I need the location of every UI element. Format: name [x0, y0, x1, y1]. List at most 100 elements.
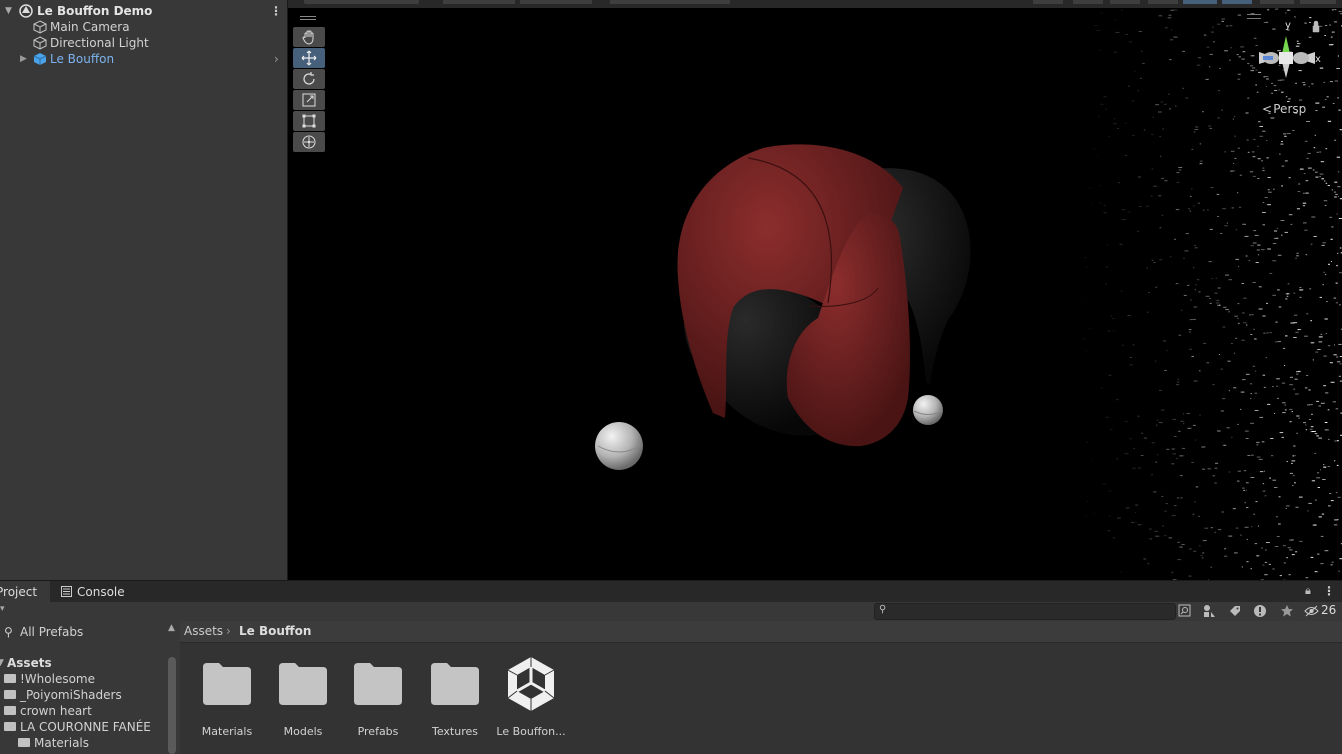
particle: [1264, 574, 1268, 576]
particle: [1191, 356, 1194, 357]
rect-tool-button[interactable]: [293, 111, 325, 131]
particle: [1162, 128, 1164, 130]
toolbar-toggle-active[interactable]: [1183, 0, 1217, 4]
hierarchy-item-directional-light[interactable]: Directional Light: [0, 35, 287, 51]
scene-view[interactable]: y x < Persp: [288, 8, 1342, 580]
particle: [1309, 428, 1313, 430]
hierarchy-item-main-camera[interactable]: Main Camera: [0, 19, 287, 35]
particle: [1284, 135, 1287, 137]
toolbar-button[interactable]: [1300, 0, 1336, 4]
scrollbar-thumb[interactable]: [168, 657, 176, 754]
toolbar-button[interactable]: [1110, 0, 1140, 4]
particle: [1266, 332, 1269, 334]
transform-tool-button[interactable]: [293, 132, 325, 152]
particle: [1291, 539, 1294, 541]
more-options-icon[interactable]: ⋮: [1323, 584, 1335, 598]
rotate-tool-button[interactable]: [293, 69, 325, 89]
particle: [1267, 403, 1271, 405]
particle: [1202, 111, 1204, 113]
tree-item-folder[interactable]: _PoiyomiShaders: [0, 687, 166, 703]
search-input[interactable]: ⚲: [874, 603, 1176, 620]
particle: [1151, 168, 1154, 170]
particle: [1237, 303, 1240, 305]
scroll-up-icon[interactable]: ▲: [168, 623, 175, 633]
move-tool-button[interactable]: [293, 48, 325, 68]
filter-by-type-icon[interactable]: [1202, 604, 1216, 618]
create-dropdown-icon[interactable]: ▾: [0, 604, 5, 614]
particle: [1258, 254, 1260, 256]
tree-item-assets[interactable]: ▼ Assets: [0, 655, 166, 671]
warning-filter-icon[interactable]: [1253, 604, 1267, 618]
filter-by-label-icon[interactable]: [1228, 604, 1242, 618]
scale-tool-button[interactable]: [293, 90, 325, 110]
particle: [1328, 438, 1330, 440]
particle: [1237, 317, 1239, 319]
expand-arrow-icon[interactable]: ▶: [20, 51, 27, 67]
search-icon: ⚲: [4, 625, 13, 639]
toolbar-button[interactable]: [443, 0, 515, 4]
expand-arrow-icon[interactable]: ▼: [0, 655, 4, 671]
hidden-packages-toggle[interactable]: 26: [1304, 603, 1342, 619]
particle: [1272, 568, 1275, 570]
toolbar-button[interactable]: [1148, 0, 1178, 4]
particle: [1175, 458, 1179, 460]
hierarchy-item-le-bouffon[interactable]: ▶ Le Bouffon ›: [0, 51, 287, 67]
search-by-type-icon[interactable]: [1178, 604, 1191, 617]
breadcrumb-current[interactable]: Le Bouffon: [239, 624, 311, 638]
particle: [1112, 330, 1115, 332]
toolbar-button[interactable]: [610, 0, 730, 4]
more-options-icon[interactable]: ⋮: [270, 3, 282, 19]
particle: [1143, 129, 1146, 131]
particle: [1189, 348, 1192, 350]
toolbar-toggle-active[interactable]: [1222, 0, 1252, 4]
particle: [1223, 306, 1227, 308]
toolbar-button[interactable]: [520, 0, 592, 4]
favorite-star-icon[interactable]: [1280, 604, 1294, 618]
particle: [1230, 47, 1232, 49]
particle: [1321, 513, 1325, 515]
particle: [1097, 49, 1102, 51]
particle: [1177, 541, 1180, 543]
chevron-right-icon[interactable]: ›: [274, 51, 279, 67]
particle: [1199, 143, 1202, 145]
toolbar-button[interactable]: [1033, 0, 1063, 4]
particle: [1319, 151, 1322, 153]
tree-item-folder[interactable]: crown heart: [0, 703, 166, 719]
toolbar-dropdown[interactable]: [304, 0, 419, 4]
tree-item-folder[interactable]: Materials: [0, 735, 166, 751]
particle: [1292, 475, 1295, 477]
jester-hat-model[interactable]: [578, 128, 998, 488]
tab-project[interactable]: Project: [0, 581, 50, 603]
particle: [1306, 313, 1309, 315]
drag-handle-icon[interactable]: [300, 16, 316, 17]
particle: [1299, 289, 1304, 291]
particle: [1323, 466, 1327, 468]
scene-header[interactable]: ▼ Le Bouffon Demo ⋮: [0, 3, 287, 19]
particle: [1132, 134, 1135, 136]
projection-toggle[interactable]: < Persp: [1262, 102, 1306, 116]
orientation-gizmo[interactable]: y x < Persp: [1233, 8, 1342, 128]
lock-icon[interactable]: 🔒︎: [1305, 584, 1311, 598]
particle: [1228, 311, 1230, 313]
particle: [1281, 165, 1285, 167]
toolbar-button[interactable]: [1073, 0, 1103, 4]
breadcrumb-assets[interactable]: Assets: [184, 624, 223, 638]
tree-item-folder[interactable]: !Wholesome: [0, 671, 166, 687]
particle: [1237, 322, 1240, 324]
tree-item-folder[interactable]: LA COURONNE FANÉE: [0, 719, 166, 735]
particle: [1299, 296, 1302, 298]
particle: [1156, 419, 1159, 421]
particle: [1209, 228, 1213, 230]
particle: [1124, 122, 1127, 124]
particle: [1121, 209, 1126, 211]
particle: [1193, 205, 1195, 207]
tab-console[interactable]: Console: [56, 581, 136, 603]
particle: [1099, 12, 1103, 14]
particle: [1338, 570, 1340, 572]
toolbar-button[interactable]: [1260, 0, 1294, 4]
hand-tool-button[interactable]: [293, 27, 325, 47]
expand-arrow-icon[interactable]: ▼: [5, 3, 12, 19]
favorites-all-prefabs[interactable]: ⚲ All Prefabs: [0, 624, 166, 640]
particle: [1151, 442, 1155, 444]
particle: [1339, 247, 1342, 249]
